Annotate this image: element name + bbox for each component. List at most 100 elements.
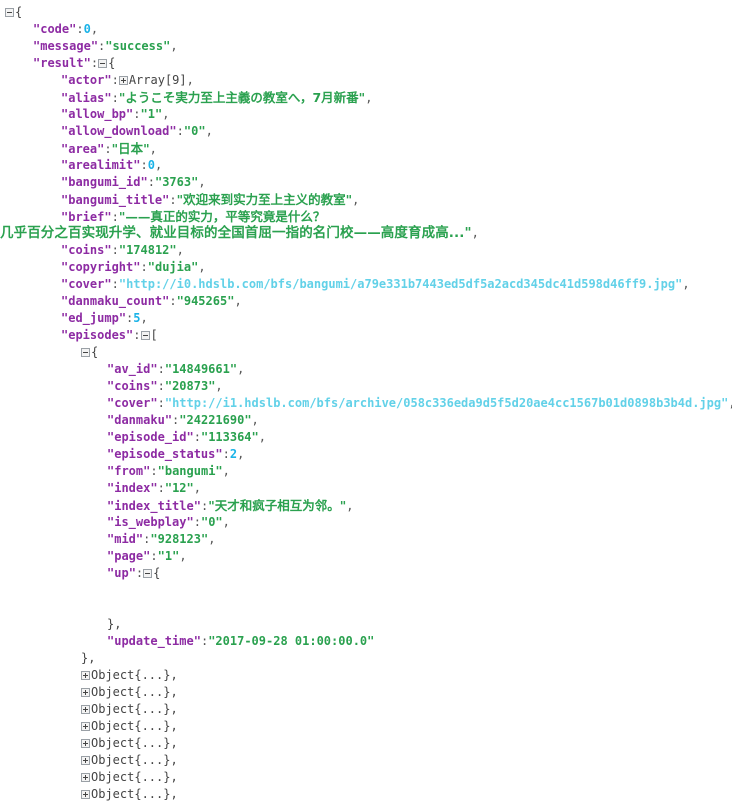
close-brace-comma: },	[81, 651, 96, 665]
collapsed-object-label: Object{...},	[91, 702, 178, 716]
key-cover: "cover"	[61, 277, 112, 291]
comma: ,	[471, 226, 479, 240]
expand-toggle-object[interactable]	[81, 756, 90, 765]
json-row-episode-status: "episode_status":2,	[0, 446, 732, 463]
json-row-episode-object: {	[0, 344, 732, 361]
comma: ,	[258, 430, 267, 444]
json-row-root: {	[0, 4, 732, 21]
comma: ,	[176, 243, 184, 257]
json-row-update-time: "update_time":"2017-09-28 01:00:00.0"	[0, 633, 732, 650]
comma: ,	[193, 481, 201, 495]
colon: :	[169, 193, 177, 207]
comma: ,	[728, 396, 732, 410]
key-danmaku-count: "danmaku_count"	[61, 294, 170, 308]
json-row-danmaku-count: "danmaku_count":"945265",	[0, 293, 732, 310]
value-av-id: "14849661"	[164, 362, 238, 376]
expand-toggle-object[interactable]	[81, 739, 90, 748]
collapsed-object-label: Object{...},	[91, 668, 178, 682]
comma: ,	[186, 73, 194, 87]
json-row-up-close: },	[0, 616, 732, 633]
json-row-actor: "actor": Array[9],	[0, 72, 732, 89]
value-coins: "174812"	[118, 243, 177, 257]
json-row-collapsed-object: Object{...},	[0, 752, 732, 769]
value-brief-line2: 几乎百分之百实现升学、就业目标的全国首屈一指的名门校——高度育成高..."	[0, 225, 472, 241]
collapse-toggle-result[interactable]	[98, 59, 108, 68]
comma: ,	[198, 260, 206, 274]
key-av-id: "av_id"	[107, 362, 158, 376]
colon: :	[133, 328, 141, 342]
expand-toggle-object[interactable]	[81, 773, 90, 782]
open-bracket: [	[150, 328, 158, 342]
comma: ,	[237, 447, 245, 461]
colon: :	[111, 91, 119, 105]
collapse-toggle-episode[interactable]	[81, 348, 90, 357]
expand-toggle-object[interactable]	[81, 688, 90, 697]
comma: ,	[215, 379, 223, 393]
value-episode-coins: "20873"	[164, 379, 216, 393]
open-brace: {	[153, 566, 161, 580]
value-is-webplay: "0"	[200, 515, 223, 529]
key-bangumi-id: "bangumi_id"	[61, 175, 148, 189]
colon: :	[140, 260, 148, 274]
value-actor: Array[9]	[128, 73, 187, 87]
collapse-toggle-episodes[interactable]	[140, 331, 150, 340]
json-row-arealimit: "arealimit":0,	[0, 157, 732, 174]
json-row-collapsed-object: Object{...},	[0, 769, 732, 786]
colon: :	[157, 362, 165, 376]
comma: ,	[352, 193, 360, 207]
colon: :	[150, 464, 158, 478]
collapsed-object-label: Object{...},	[91, 753, 178, 767]
key-actor: "actor"	[61, 73, 112, 87]
key-mid: "mid"	[107, 532, 144, 546]
open-brace: {	[91, 345, 99, 359]
json-row-allow-bp: "allow_bp":"1",	[0, 106, 732, 123]
expand-toggle-object[interactable]	[81, 790, 90, 799]
comma: ,	[162, 107, 170, 121]
colon: :	[150, 549, 158, 563]
key-bangumi-title: "bangumi_title"	[61, 193, 170, 207]
collapsed-object-label: Object{...},	[91, 736, 178, 750]
json-row-bangumi-title: "bangumi_title":"欢迎来到实力至上主义的教室",	[0, 191, 732, 208]
json-row-area: "area":"日本",	[0, 140, 732, 157]
value-mid: "928123"	[150, 532, 209, 546]
key-up: "up"	[107, 566, 136, 580]
value-area: "日本"	[111, 141, 150, 156]
value-index: "12"	[164, 481, 194, 495]
colon: :	[176, 124, 184, 138]
json-row-page: "page":"1",	[0, 548, 732, 565]
expand-toggle-object[interactable]	[81, 705, 90, 714]
key-danmaku: "danmaku"	[107, 413, 173, 427]
comma: ,	[365, 91, 373, 105]
colon: :	[111, 243, 119, 257]
value-danmaku-count: "945265"	[176, 294, 235, 308]
value-cover-url[interactable]: "http://i0.hdslb.com/bfs/bangumi/a79e331…	[119, 277, 683, 291]
expand-toggle-object[interactable]	[81, 722, 90, 731]
key-is-webplay: "is_webplay"	[107, 515, 194, 529]
expand-toggle-object[interactable]	[81, 671, 90, 680]
comma: ,	[198, 175, 206, 189]
collapse-toggle-up[interactable]	[143, 569, 153, 578]
comma: ,	[205, 124, 213, 138]
collapsed-object-label: Object{...},	[91, 719, 178, 733]
value-episode-cover-url[interactable]: "http://i1.hdslb.com/bfs/archive/058c336…	[165, 396, 729, 410]
expand-toggle-actor[interactable]	[118, 76, 128, 85]
json-row-cover: "cover":"http://i0.hdslb.com/bfs/bangumi…	[0, 276, 732, 293]
key-alias: "alias"	[61, 91, 112, 105]
comma: ,	[222, 515, 230, 529]
json-tree-viewer[interactable]: { "code":0, "message":"success", "result…	[0, 0, 732, 803]
key-allow-bp: "allow_bp"	[61, 107, 134, 121]
value-code: 0	[83, 22, 91, 36]
collapse-toggle-root[interactable]	[5, 8, 14, 17]
colon: :	[135, 566, 144, 580]
json-row-result: "result": {	[0, 55, 732, 72]
colon: :	[157, 396, 165, 410]
colon: :	[222, 447, 230, 461]
json-row-episodes: "episodes": [	[0, 327, 732, 344]
json-row-mid: "mid":"928123",	[0, 531, 732, 548]
json-row-danmaku: "danmaku":"24221690",	[0, 412, 732, 429]
colon: :	[111, 73, 119, 87]
json-row-collapsed-object: Object{...},	[0, 701, 732, 718]
key-episode-coins: "coins"	[107, 379, 158, 393]
value-ed-jump: 5	[133, 311, 141, 325]
value-bangumi-title: "欢迎来到实力至上主义的教室"	[176, 192, 353, 207]
